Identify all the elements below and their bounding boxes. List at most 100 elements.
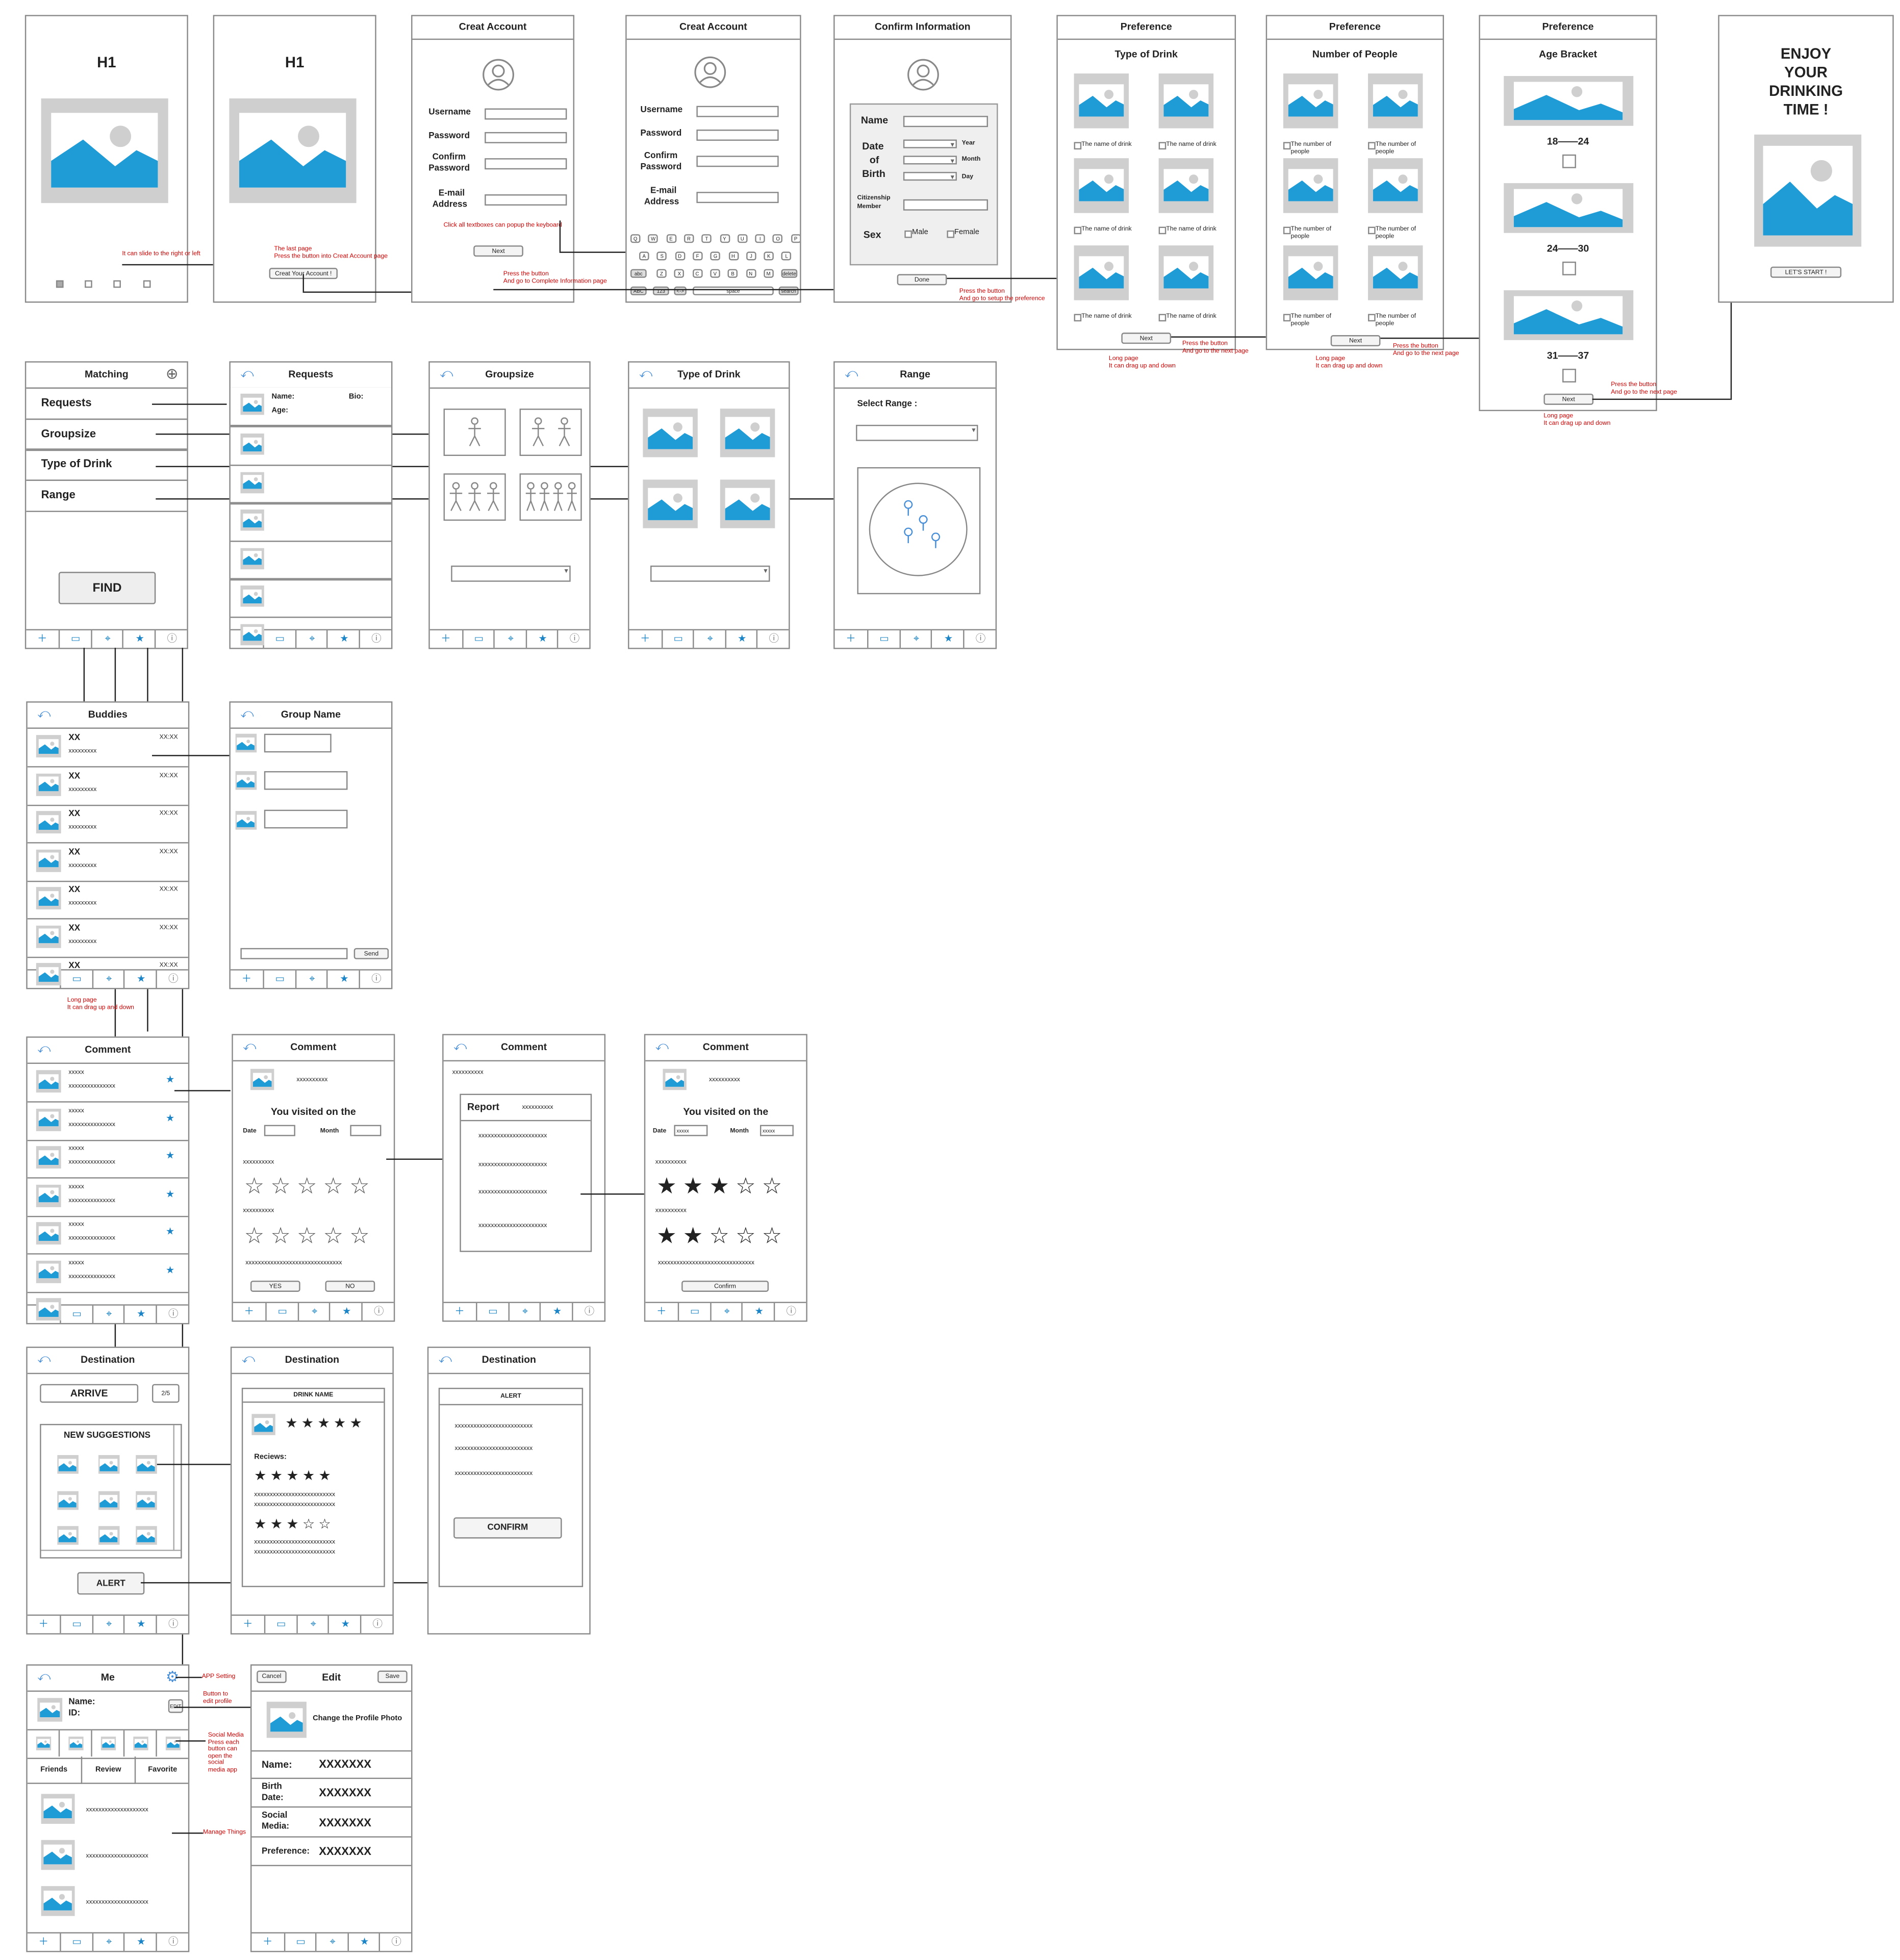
me-tab[interactable]: Review [82,1757,136,1784]
key[interactable]: Q [630,234,641,243]
name-value[interactable]: XXXXXXX [319,1758,371,1770]
key[interactable]: L [781,251,792,261]
option-checkbox[interactable] [1283,142,1291,150]
chat-icon[interactable]: ▭ [262,970,296,988]
month-field[interactable]: xxxxx [759,1125,794,1136]
age-checkbox[interactable] [1562,261,1576,275]
star-icon[interactable]: ★ [166,1150,175,1161]
alert-button[interactable]: ALERT [77,1572,145,1595]
key[interactable]: K [764,251,774,261]
key[interactable]: G [710,251,721,261]
date-field[interactable]: xxxxx [674,1125,708,1136]
option-checkbox[interactable] [1074,142,1082,150]
star-icon[interactable]: ★ [123,1933,157,1951]
chat-icon[interactable]: ▭ [283,1933,317,1951]
suggestion-image[interactable] [136,1491,157,1510]
drink-image[interactable] [643,479,698,528]
option-image[interactable] [1367,73,1423,129]
star-icon[interactable]: ★ [931,630,965,648]
add-icon[interactable]: ＋ [232,1616,264,1633]
add-icon[interactable]: ＋ [430,630,462,648]
key[interactable]: V [710,269,720,278]
chat-icon[interactable]: ▭ [677,1303,711,1321]
option-image[interactable] [1074,245,1129,300]
chat-icon[interactable]: ▭ [265,1303,298,1321]
password-field[interactable] [485,132,567,143]
send-button[interactable]: Send [353,948,389,959]
citizenship-field[interactable] [903,199,988,211]
item-image[interactable] [41,1794,75,1824]
back-icon[interactable]: ⤺ [37,1671,50,1685]
page-dot[interactable] [143,280,151,288]
star-icon[interactable]: ★ [328,1616,361,1634]
star-icon[interactable]: ★ [347,1933,381,1951]
key[interactable]: X [674,269,685,278]
location-icon[interactable]: ⌖ [693,630,726,648]
delete-key[interactable]: delete [781,269,798,278]
save-button[interactable]: Save [377,1670,408,1683]
confirm-button[interactable]: CONFIRM [453,1517,562,1539]
cancel-button[interactable]: Cancel [257,1670,287,1683]
suggestion-image[interactable] [98,1455,120,1474]
arrive-button[interactable]: ARRIVE [40,1384,139,1403]
key[interactable]: U [737,234,748,243]
rating-stars[interactable]: ★ ★ ★ ☆ ☆ [656,1175,782,1197]
suggestion-image[interactable] [136,1526,157,1545]
option-image[interactable] [1158,245,1214,300]
message-input[interactable] [240,948,348,959]
edit-button[interactable]: EDIT [168,1699,184,1713]
numbers-key[interactable]: 123 [652,286,669,295]
back-icon[interactable]: ⤺ [37,1353,50,1367]
star-icon[interactable]: ★ [166,1188,175,1199]
key[interactable]: Z [656,269,667,278]
chat-icon[interactable]: ▭ [264,1616,297,1634]
back-icon[interactable]: ⤺ [439,1353,452,1367]
scrollbar[interactable] [173,1425,181,1551]
option-image[interactable] [1283,245,1338,300]
option-image[interactable] [1074,158,1129,213]
option-image[interactable] [1367,245,1423,300]
birth-value[interactable]: XXXXXXX [319,1787,371,1799]
option-checkbox[interactable] [1367,226,1376,235]
back-icon[interactable]: ⤺ [240,707,254,721]
me-tab[interactable]: Friends [27,1757,82,1784]
key[interactable]: M [763,269,774,278]
key[interactable]: A [639,251,649,261]
confirm-button[interactable]: Confirm [681,1280,769,1292]
back-icon[interactable]: ⤺ [37,1042,50,1056]
star-icon[interactable]: ★ [166,1074,175,1085]
date-field[interactable] [264,1125,295,1136]
back-icon[interactable]: ⤺ [243,1040,256,1054]
age-checkbox[interactable] [1562,369,1576,383]
drink-image[interactable] [643,409,698,457]
back-icon[interactable]: ⤺ [440,368,453,381]
day-select[interactable] [903,172,957,185]
location-icon[interactable]: ⌖ [296,1616,329,1634]
suggestion-image[interactable] [136,1455,157,1474]
profile-icon[interactable]: ⓘ [774,1303,806,1321]
key[interactable]: J [746,251,756,261]
profile-icon[interactable]: ⓘ [963,630,996,648]
profile-icon[interactable]: ⓘ [756,630,789,648]
key[interactable]: N [745,269,756,278]
chat-icon[interactable]: ▭ [661,630,694,648]
space-key[interactable]: space [693,286,774,295]
chat-icon[interactable]: ▭ [462,630,495,648]
group-four-option[interactable] [519,473,582,521]
suggestion-image[interactable] [98,1491,120,1510]
option-image[interactable] [1283,73,1338,129]
scrollbar[interactable] [41,1549,181,1558]
profile-icon[interactable]: ⓘ [379,1933,412,1951]
location-icon[interactable]: ⌖ [508,1303,541,1321]
star-icon[interactable]: ★ [725,630,758,648]
option-checkbox[interactable] [1283,314,1291,322]
star-icon[interactable]: ★ [326,970,360,988]
group-three-option[interactable] [443,473,506,521]
profile-icon[interactable]: ⓘ [156,1933,188,1951]
add-icon[interactable]: ＋ [28,1933,60,1951]
add-icon[interactable]: ＋ [629,630,662,648]
profile-icon[interactable]: ⓘ [361,1303,394,1321]
star-icon[interactable]: ★ [742,1303,775,1321]
profile-icon[interactable]: ⓘ [359,970,391,988]
add-icon[interactable]: ＋ [835,630,867,648]
